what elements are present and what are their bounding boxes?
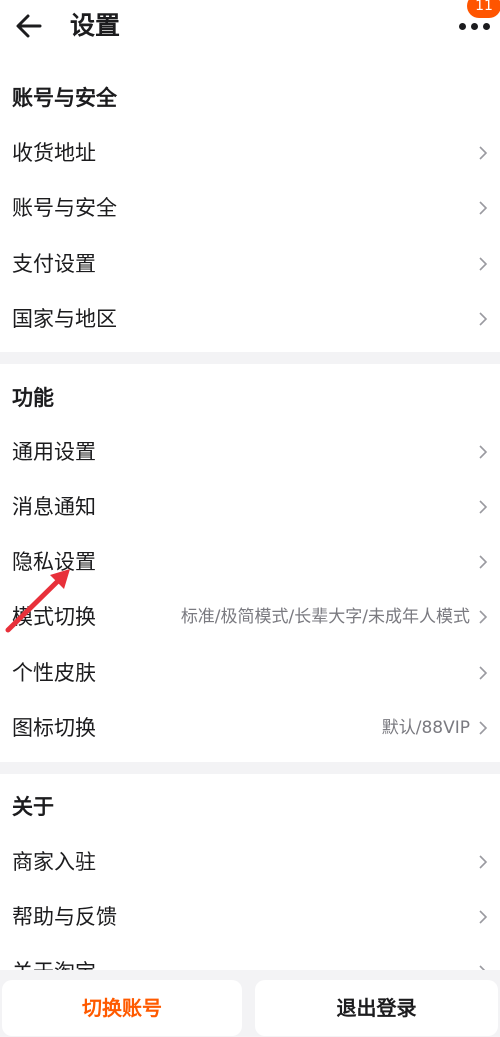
more-dots-icon — [459, 23, 466, 30]
row-label: 收货地址 — [12, 141, 96, 165]
chevron-right-icon — [479, 721, 488, 735]
row-label: 通用设置 — [12, 440, 96, 464]
chevron-right-icon — [479, 500, 488, 514]
top-bar: 设置 11 — [0, 0, 500, 56]
chevron-right-icon — [479, 201, 488, 215]
chevron-right-icon — [479, 445, 488, 459]
chevron-right-icon — [479, 855, 488, 869]
row-value: 标准/极简模式/长辈大字/未成年人模式 — [180, 607, 470, 627]
row-notifications[interactable]: 消息通知 — [0, 480, 500, 535]
row-account-security[interactable]: 账号与安全 — [0, 181, 500, 236]
row-label: 帮助与反馈 — [12, 905, 117, 929]
row-payment-settings[interactable]: 支付设置 — [0, 237, 500, 292]
chevron-right-icon — [479, 146, 488, 160]
section-title: 功能 — [12, 386, 54, 410]
row-country-region[interactable]: 国家与地区 — [0, 292, 500, 347]
row-label: 国家与地区 — [12, 307, 117, 331]
logout-button[interactable]: 退出登录 — [255, 980, 498, 1036]
back-button[interactable] — [12, 8, 48, 44]
row-icon-switch[interactable]: 图标切换 默认/88VIP — [0, 701, 500, 756]
chevron-right-icon — [479, 312, 488, 326]
chevron-right-icon — [479, 610, 488, 624]
chevron-right-icon — [479, 257, 488, 271]
more-button[interactable] — [455, 18, 495, 34]
row-label: 账号与安全 — [12, 196, 117, 220]
row-shipping-address[interactable]: 收货地址 — [0, 126, 500, 181]
row-label: 商家入驻 — [12, 850, 96, 874]
switch-account-button[interactable]: 切换账号 — [2, 980, 242, 1036]
chevron-right-icon — [479, 910, 488, 924]
row-value: 默认/88VIP — [381, 718, 470, 738]
row-help-feedback[interactable]: 帮助与反馈 — [0, 890, 500, 945]
more-dots-icon — [471, 23, 478, 30]
bottom-action-bar: 切换账号 退出登录 — [0, 970, 500, 1037]
row-label: 支付设置 — [12, 252, 96, 276]
row-label: 图标切换 — [12, 716, 96, 740]
annotation-arrow-icon — [5, 569, 70, 633]
more-dots-icon — [483, 23, 490, 30]
section-title: 账号与安全 — [12, 86, 117, 110]
row-label: 消息通知 — [12, 495, 96, 519]
page-title: 设置 — [70, 11, 121, 40]
chevron-right-icon — [479, 666, 488, 680]
section-about: 关于 商家入驻 帮助与反馈 关于淘宝 — [0, 774, 500, 984]
notification-badge: 11 — [467, 0, 500, 18]
row-label: 个性皮肤 — [12, 661, 96, 685]
arrow-left-icon — [16, 14, 42, 38]
section-title: 关于 — [12, 795, 54, 819]
chevron-right-icon — [479, 555, 488, 569]
row-skins[interactable]: 个性皮肤 — [0, 646, 500, 701]
row-merchant-join[interactable]: 商家入驻 — [0, 835, 500, 890]
row-general-settings[interactable]: 通用设置 — [0, 425, 500, 480]
section-account: 账号与安全 收货地址 账号与安全 支付设置 国家与地区 — [0, 56, 500, 352]
